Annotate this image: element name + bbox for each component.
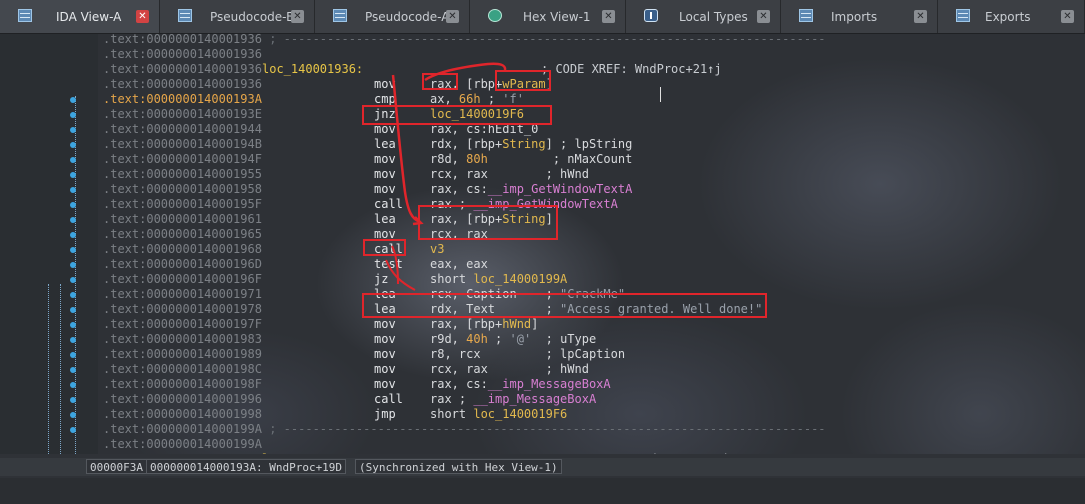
breakpoint-dot-icon[interactable] — [70, 367, 76, 373]
breakpoint-dot-icon[interactable] — [70, 142, 76, 148]
bottom-panel — [0, 478, 1085, 504]
red-arrow-path — [424, 62, 507, 82]
breakpoint-dot-icon[interactable] — [70, 322, 76, 328]
pseudocode-icon — [333, 9, 347, 22]
close-icon[interactable]: ✕ — [602, 10, 615, 23]
tab-pseudocode-a[interactable]: Pseudocode-A ✕ — [315, 0, 470, 33]
tab-imports[interactable]: Imports ✕ — [781, 0, 938, 33]
breakpoint-dot-icon[interactable] — [70, 187, 76, 193]
close-icon[interactable]: ✕ — [291, 10, 304, 23]
tab-exports[interactable]: Exports ✕ — [938, 0, 1085, 33]
breakpoint-dot-icon[interactable] — [70, 412, 76, 418]
breakpoint-dot-icon[interactable] — [70, 427, 76, 433]
breakpoint-dot-icon[interactable] — [70, 112, 76, 118]
hex-view-icon — [488, 9, 502, 22]
tab-ida-view-a[interactable]: IDA View-A ✕ — [0, 0, 160, 33]
red-arrow-path — [385, 259, 416, 291]
status-sync: (Synchronized with Hex View-1) — [355, 459, 562, 474]
close-icon[interactable]: ✕ — [757, 10, 770, 23]
exports-icon — [956, 9, 970, 22]
red-arrow-path — [391, 245, 399, 285]
tab-label: IDA View-A — [56, 10, 122, 24]
breakpoint-dot-icon[interactable] — [70, 277, 76, 283]
annotation-arrows — [385, 62, 507, 291]
tab-local-types[interactable]: Local Types ✕ — [626, 0, 781, 33]
tab-label: Hex View-1 — [523, 10, 591, 24]
close-icon[interactable]: ✕ — [914, 10, 927, 23]
imports-icon — [799, 9, 813, 22]
breakpoint-dot-icon[interactable] — [70, 397, 76, 403]
ida-view-icon — [18, 9, 32, 22]
close-icon[interactable]: ✕ — [446, 10, 459, 23]
breakpoint-dot-icon[interactable] — [70, 307, 76, 313]
breakpoint-dot-icon[interactable] — [70, 247, 76, 253]
breakpoint-dot-icon[interactable] — [70, 292, 76, 298]
close-icon[interactable]: ✕ — [1061, 10, 1074, 23]
tab-label: Pseudocode-B — [210, 10, 295, 24]
tab-label: Local Types — [679, 10, 748, 24]
tab-pseudocode-b[interactable]: Pseudocode-B ✕ — [160, 0, 315, 33]
breakpoint-dot-icon[interactable] — [70, 382, 76, 388]
breakpoint-dot-icon[interactable] — [70, 232, 76, 238]
breakpoint-dot-icon[interactable] — [70, 352, 76, 358]
red-arrow-path — [391, 74, 421, 224]
status-offset: 00000F3A — [86, 459, 147, 474]
tab-label: Exports — [985, 10, 1031, 24]
tab-label: Imports — [831, 10, 878, 24]
disassembly-view[interactable]: .text:0000000140001936 ; ---------------… — [0, 34, 1085, 454]
tab-bar: IDA View-A ✕ Pseudocode-B ✕ Pseudocode-A ✕ Hex… — [0, 0, 1085, 34]
breakpoint-dot-icon[interactable] — [70, 157, 76, 163]
close-icon[interactable]: ✕ — [136, 10, 149, 23]
breakpoint-dot-icon[interactable] — [70, 337, 76, 343]
status-location: 000000014000193A: WndProc+19D — [146, 459, 347, 474]
breakpoint-dot-icon[interactable] — [70, 97, 76, 103]
pseudocode-icon — [178, 9, 192, 22]
local-types-icon — [644, 9, 658, 22]
status-bar: 00000F3A 000000014000193A: WndProc+19D (… — [0, 458, 1085, 476]
tab-label: Pseudocode-A — [365, 10, 450, 24]
breakpoint-dot-icon[interactable] — [70, 172, 76, 178]
breakpoint-dot-icon[interactable] — [70, 262, 76, 268]
breakpoint-dot-icon[interactable] — [70, 127, 76, 133]
tab-hex-view-1[interactable]: Hex View-1 ✕ — [470, 0, 626, 33]
breakpoint-dot-icon[interactable] — [70, 202, 76, 208]
breakpoint-dot-icon[interactable] — [70, 217, 76, 223]
